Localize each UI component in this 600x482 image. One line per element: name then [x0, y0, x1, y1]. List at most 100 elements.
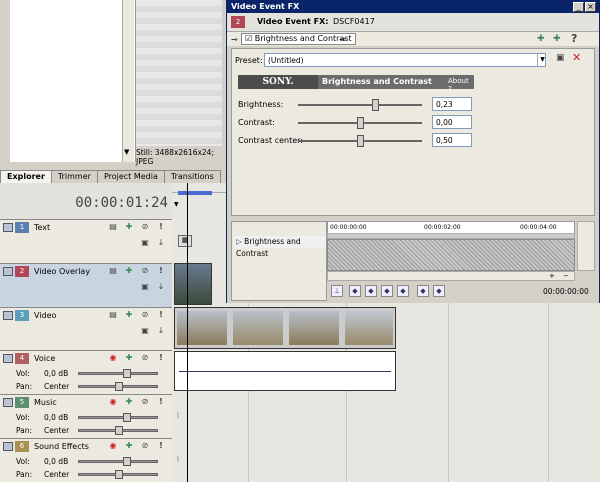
param-value[interactable]: 0,00	[432, 115, 472, 129]
track-name[interactable]: Video	[34, 311, 56, 320]
keyframe-area[interactable]	[327, 239, 575, 271]
zoom-in-icon[interactable]: +	[549, 272, 555, 280]
collapse-track-icon[interactable]	[3, 398, 13, 407]
mute-icon[interactable]: ⊘	[140, 310, 150, 320]
first-keyframe-icon[interactable]: ◆	[349, 285, 361, 297]
collapse-track-icon[interactable]	[3, 442, 13, 451]
tab-transitions[interactable]: Transitions	[163, 170, 221, 183]
checkbox-icon[interactable]: ☑	[245, 34, 252, 43]
file-list[interactable]	[136, 0, 222, 146]
mute-icon[interactable]: ⊘	[140, 397, 150, 407]
track-header[interactable]: 6 Sound Effects ◉ ✚ ⊘! Vol: 0,0 dB Pan: Center	[0, 438, 172, 482]
pan-thumb[interactable]	[115, 382, 123, 391]
video-overlay-event[interactable]	[174, 263, 212, 305]
param-slider[interactable]	[298, 117, 422, 129]
solo-icon[interactable]: !	[156, 310, 166, 320]
track-name[interactable]: Text	[34, 223, 50, 232]
film-icon[interactable]: ▦	[178, 235, 192, 247]
save-preset-icon[interactable]: ▣	[556, 53, 565, 63]
volume-slider[interactable]	[78, 457, 158, 466]
param-value[interactable]: 0,23	[432, 97, 472, 111]
delete-preset-icon[interactable]: ✕	[572, 51, 581, 64]
track-fx-icon[interactable]: ✚	[124, 222, 134, 232]
track-fx-icon[interactable]: ✚	[124, 441, 134, 451]
make-compositing-child-icon[interactable]: ↓	[156, 326, 166, 336]
minimize-button[interactable]: _	[573, 2, 584, 12]
mute-icon[interactable]: ⊘	[140, 266, 150, 276]
pan-slider[interactable]	[78, 470, 158, 479]
track-motion-icon[interactable]: ▤	[108, 222, 118, 232]
make-compositing-child-icon[interactable]: ↓	[156, 282, 166, 292]
param-value[interactable]: 0,50	[432, 133, 472, 147]
pan-slider[interactable]	[78, 426, 158, 435]
track-motion-icon[interactable]: ▤	[108, 310, 118, 320]
arm-record-icon[interactable]: ◉	[108, 353, 118, 363]
solo-icon[interactable]: !	[156, 353, 166, 363]
make-compositing-child-icon[interactable]: ↓	[156, 238, 166, 248]
compositing-mode-icon[interactable]: ▣	[140, 326, 150, 336]
track-name[interactable]: Music	[34, 398, 57, 407]
add-plugin-icon[interactable]: ✚	[537, 34, 545, 44]
volume-slider[interactable]	[78, 369, 158, 378]
track-header[interactable]: 1 Text ▤ ✚ ⊘! ▣ ↓	[0, 219, 172, 263]
sync-cursor-icon[interactable]: ⊥	[331, 285, 343, 297]
param-thumb[interactable]	[357, 117, 364, 129]
fx-window-title[interactable]: Video Event FX	[227, 1, 599, 13]
param-thumb[interactable]	[372, 99, 379, 111]
zoom-out-icon[interactable]: −	[563, 272, 569, 280]
track-header[interactable]: 2 Video Overlay ▤ ✚ ⊘! ▣ ↓	[0, 263, 172, 307]
arm-record-icon[interactable]: ◉	[108, 397, 118, 407]
param-slider[interactable]	[298, 99, 422, 111]
track-fx-icon[interactable]: ✚	[124, 266, 134, 276]
keyframe-track[interactable]: ▷ Brightness and Contrast	[234, 236, 326, 258]
volume-thumb[interactable]	[123, 413, 131, 422]
video-event[interactable]	[174, 307, 396, 349]
next-keyframe-icon[interactable]: ◆	[381, 285, 393, 297]
volume-thumb[interactable]	[123, 369, 131, 378]
tab-explorer[interactable]: Explorer	[0, 170, 52, 183]
collapse-track-icon[interactable]	[3, 267, 13, 276]
solo-icon[interactable]: !	[156, 397, 166, 407]
arm-record-icon[interactable]: ◉	[108, 441, 118, 451]
playback-cursor[interactable]	[187, 183, 188, 482]
track-fx-icon[interactable]: ✚	[124, 310, 134, 320]
expand-icon[interactable]: ▷	[236, 237, 242, 246]
tab-trimmer[interactable]: Trimmer	[50, 170, 98, 183]
pan-thumb[interactable]	[115, 470, 123, 479]
track-header[interactable]: 4 Voice ◉ ✚ ⊘! Vol: 0,0 dB Pan: Center	[0, 350, 172, 394]
track-header[interactable]: 3 Video ▤ ✚ ⊘! ▣ ↓	[0, 307, 172, 350]
solo-icon[interactable]: !	[156, 222, 166, 232]
about-link[interactable]: About ?	[448, 77, 474, 93]
pan-slider[interactable]	[78, 382, 158, 391]
track-name[interactable]: Sound Effects	[34, 442, 89, 451]
volume-slider[interactable]	[78, 413, 158, 422]
keyframe-scrollbar[interactable]	[327, 271, 575, 281]
track-fx-icon[interactable]: ✚	[124, 353, 134, 363]
tab-project-media[interactable]: Project Media	[96, 170, 165, 183]
track-motion-icon[interactable]: ▤	[108, 266, 118, 276]
help-icon[interactable]: ?	[571, 32, 577, 45]
mute-icon[interactable]: ⊘	[140, 441, 150, 451]
loop-region[interactable]	[178, 191, 212, 195]
param-thumb[interactable]	[357, 135, 364, 147]
folder-tree-scrollbar[interactable]	[122, 0, 134, 162]
track-header[interactable]: 5 Music ◉ ✚ ⊘! Vol: 0,0 dB Pan: Center	[0, 394, 172, 438]
track-fx-icon[interactable]: ✚	[124, 397, 134, 407]
folder-tree[interactable]	[10, 0, 136, 162]
prev-keyframe-icon[interactable]: ◆	[365, 285, 377, 297]
mute-icon[interactable]: ⊘	[140, 353, 150, 363]
preset-dropdown[interactable]: (Untitled)	[264, 53, 546, 67]
volume-thumb[interactable]	[123, 457, 131, 466]
compositing-mode-icon[interactable]: ▣	[140, 238, 150, 248]
add-keyframe-icon[interactable]: ◆	[417, 285, 429, 297]
param-slider[interactable]	[298, 135, 422, 147]
compositing-mode-icon[interactable]: ▣	[140, 282, 150, 292]
last-keyframe-icon[interactable]: ◆	[397, 285, 409, 297]
solo-icon[interactable]: !	[156, 266, 166, 276]
collapse-track-icon[interactable]	[3, 354, 13, 363]
track-name[interactable]: Video Overlay	[34, 267, 90, 276]
close-button[interactable]: ×	[585, 2, 596, 12]
delete-keyframe-icon[interactable]: ◆	[433, 285, 445, 297]
solo-icon[interactable]: !	[156, 441, 166, 451]
scroll-down-icon[interactable]: ▼	[124, 148, 132, 156]
